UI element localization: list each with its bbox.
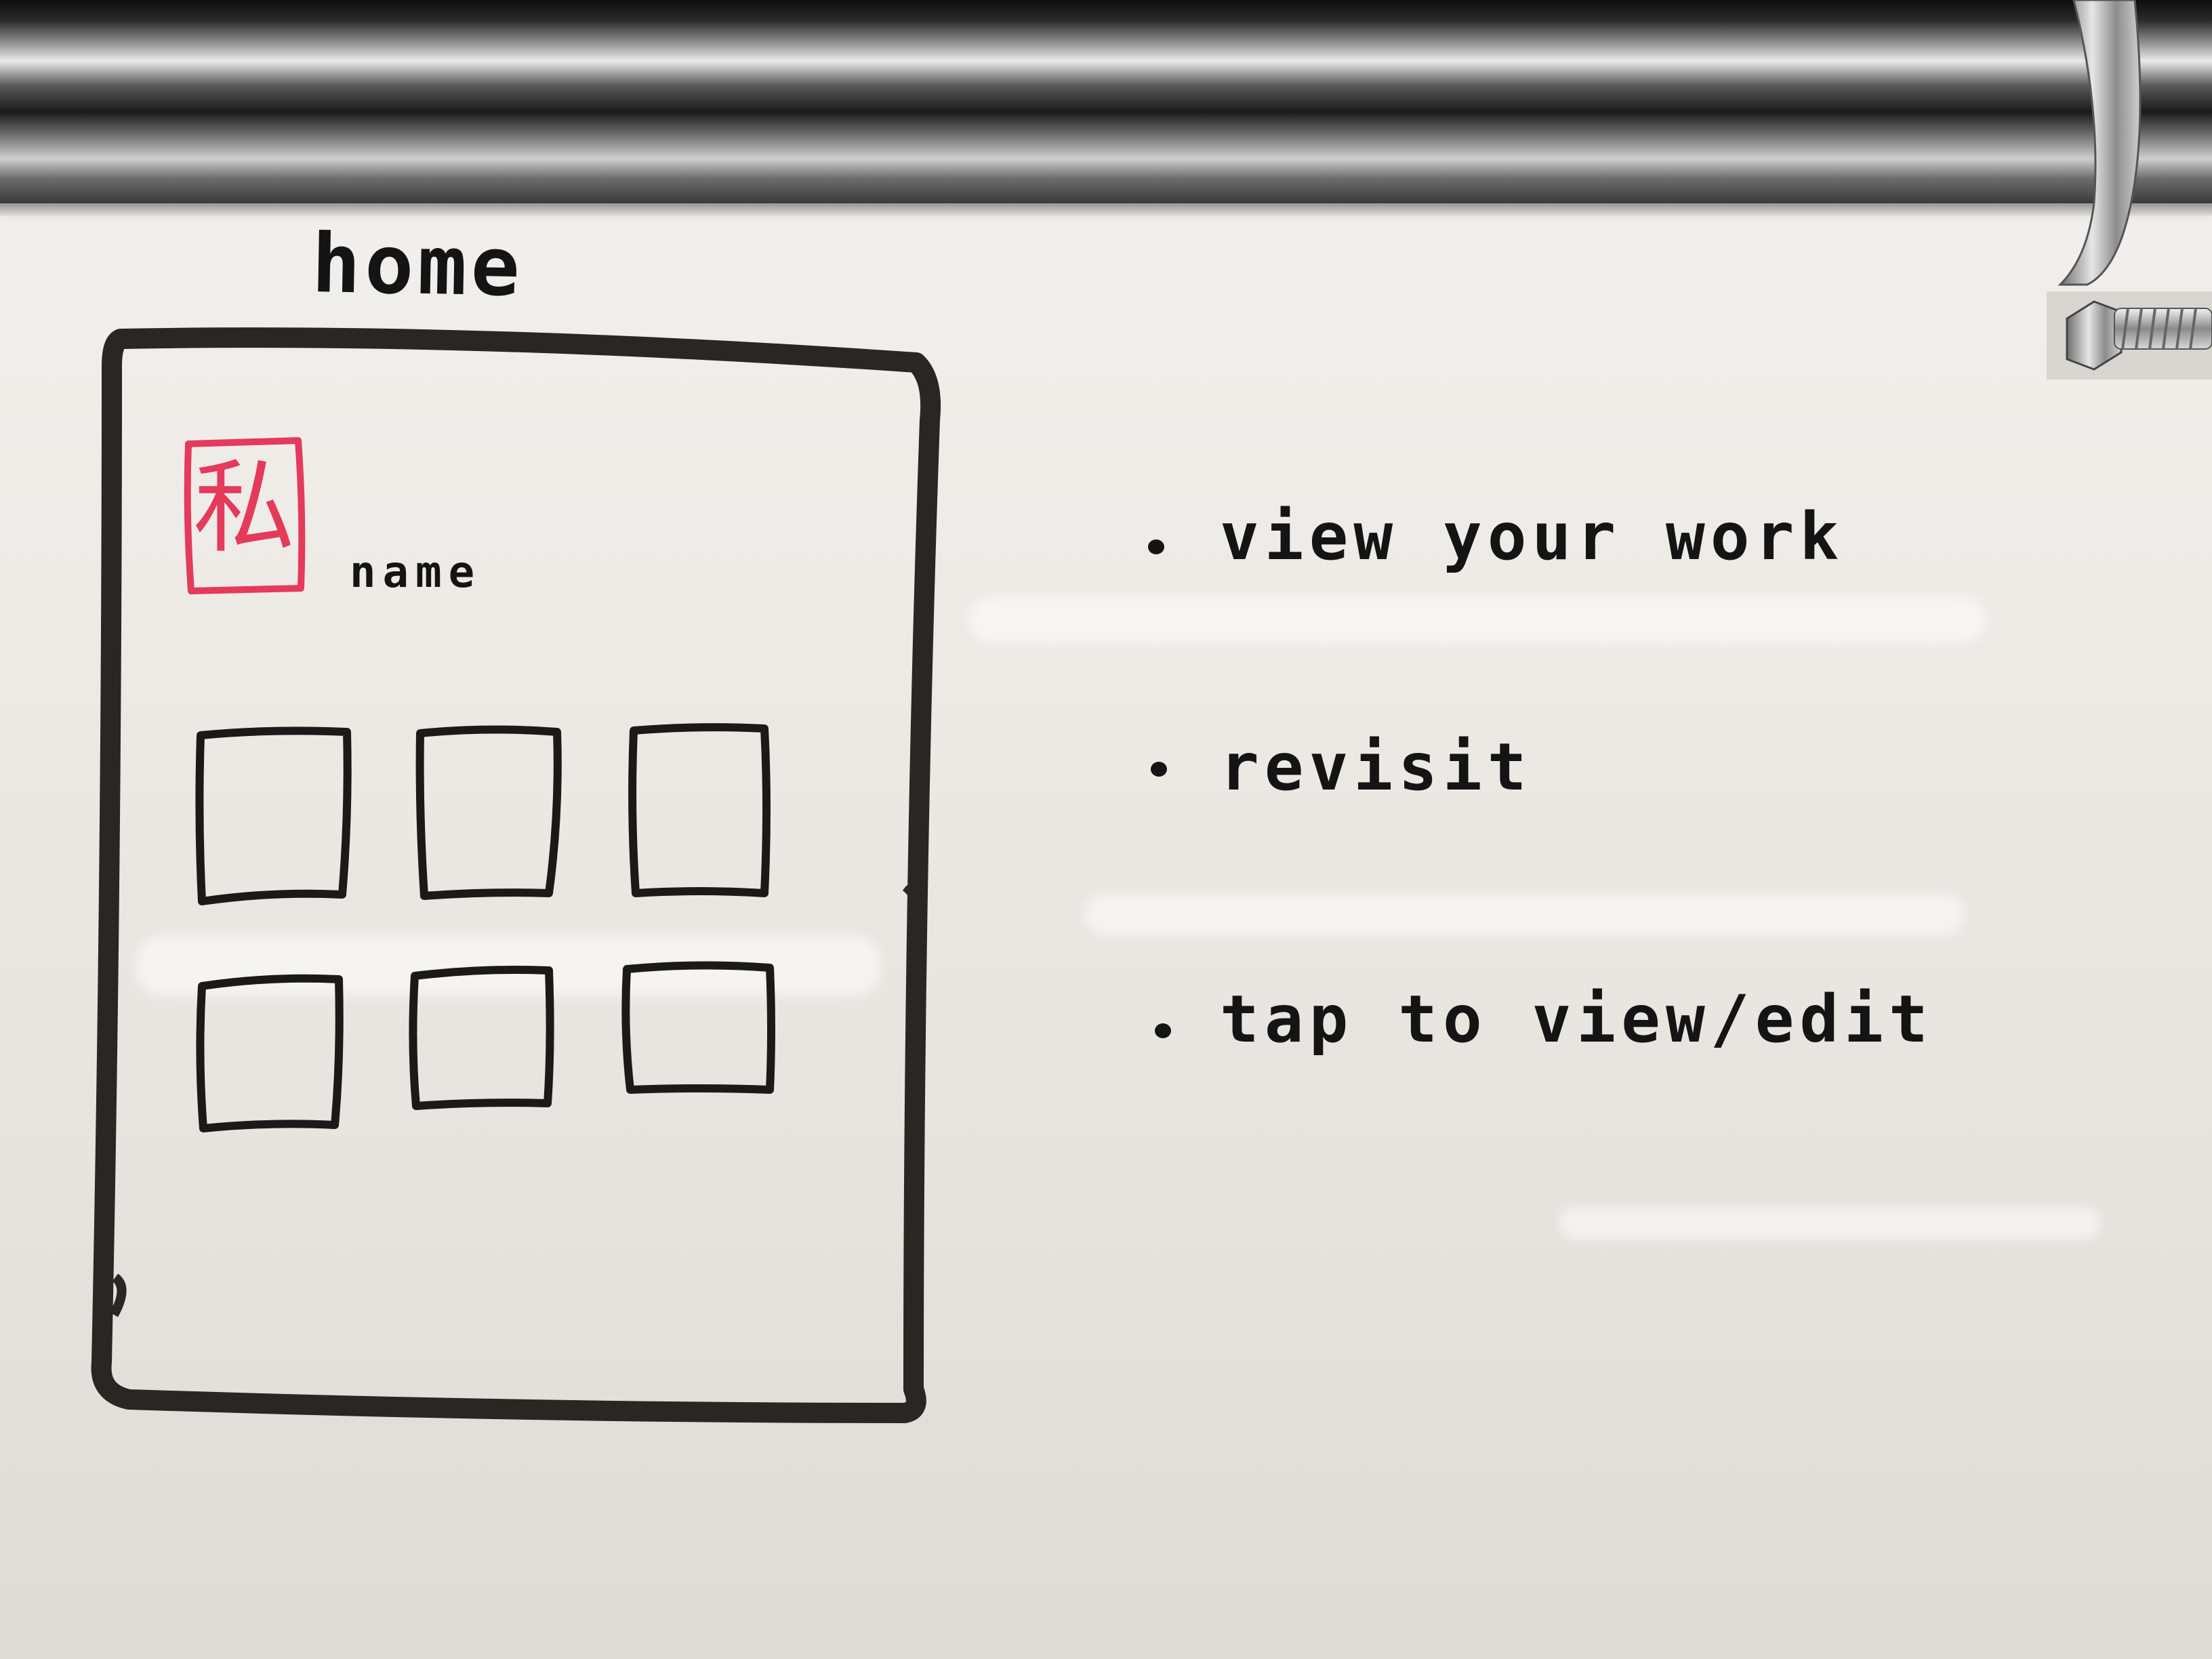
thumbnail-tile	[196, 974, 344, 1132]
bullet-dot	[1155, 1023, 1171, 1038]
avatar-stamp-char: 私	[192, 449, 295, 567]
bullet-tap-to-view-edit: tap to view/edit	[1220, 981, 1933, 1057]
thumbnail-tile	[621, 961, 775, 1094]
bullet-view-your-work: view your work	[1220, 499, 1845, 575]
bullet-revisit: revisit	[1220, 729, 1532, 805]
thumbnail-tile	[195, 726, 352, 905]
thumbnail-tile	[409, 966, 554, 1110]
name-label: name	[350, 548, 482, 598]
thumbnail-tile	[628, 723, 771, 897]
bullet-dot	[1148, 539, 1164, 554]
sketch-title: home	[310, 217, 525, 315]
thumbnail-tile	[415, 725, 562, 900]
bullet-dot	[1151, 762, 1167, 777]
whiteboard-photo: home 私 name view your work revisit tap t…	[0, 0, 2212, 1659]
